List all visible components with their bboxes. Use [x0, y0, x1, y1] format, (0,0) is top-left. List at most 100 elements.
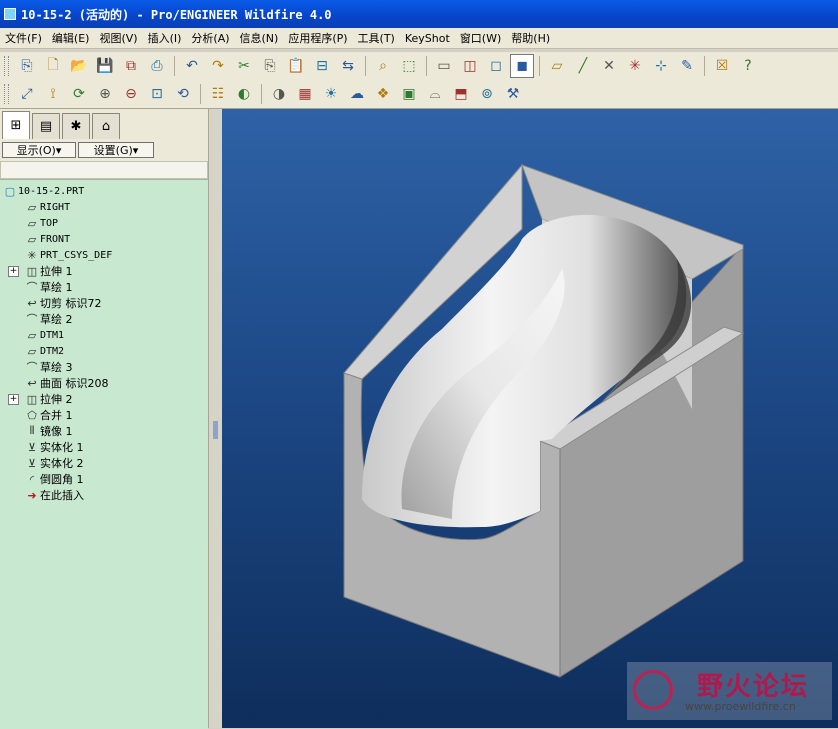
- sketch-tool-button[interactable]: ✎: [675, 54, 699, 78]
- appearance-button[interactable]: ◑: [267, 82, 291, 106]
- no-hidden-button[interactable]: ◻: [484, 54, 508, 78]
- paste-special-button[interactable]: ⊟: [310, 54, 334, 78]
- teapot-button[interactable]: ⌓: [423, 82, 447, 106]
- menu-item[interactable]: 文件(F): [0, 30, 47, 46]
- settings-dropdown[interactable]: 设置(G) ▾: [78, 142, 154, 158]
- menu-item[interactable]: 窗口(W): [455, 30, 506, 46]
- context-help-button[interactable]: ?: [736, 54, 760, 78]
- environment-button[interactable]: ☁: [345, 82, 369, 106]
- show-dropdown[interactable]: 显示(O) ▾: [2, 142, 76, 158]
- tree-item[interactable]: ↩ 切剪 标识72: [24, 295, 101, 311]
- box-render-button[interactable]: ⬒: [449, 82, 473, 106]
- solidify-icon: ⊻: [27, 440, 37, 454]
- new-session-button[interactable]: ⎘: [15, 54, 39, 78]
- menu-item[interactable]: 插入(I): [143, 30, 187, 46]
- menu-item[interactable]: KeyShot: [400, 32, 455, 45]
- panel-divider[interactable]: [208, 109, 223, 728]
- datum-plane-button[interactable]: ▱: [545, 54, 569, 78]
- datum-plane-icon: ▱: [27, 344, 37, 358]
- shaded-button[interactable]: ◼: [510, 54, 534, 78]
- menu-item[interactable]: 编辑(E): [47, 30, 95, 46]
- tree-item[interactable]: ⬠ 合并 1: [24, 407, 72, 423]
- menu-item[interactable]: 信息(N): [235, 30, 284, 46]
- copy-button[interactable]: ⎘: [258, 54, 282, 78]
- save-copy-button[interactable]: ⧉: [119, 54, 143, 78]
- app-icon: [4, 8, 16, 20]
- tree-item[interactable]: ⌒ 草绘 2: [24, 311, 73, 327]
- undo-button[interactable]: ↶: [180, 54, 204, 78]
- open-button[interactable]: 📂: [67, 54, 91, 78]
- model-display-icon: ◐: [237, 86, 251, 102]
- paste-button[interactable]: 📋: [284, 54, 308, 78]
- layers-button[interactable]: ☷: [206, 82, 230, 106]
- new-file-button[interactable]: 🗋: [41, 54, 65, 78]
- collapse-handle[interactable]: [213, 421, 218, 439]
- tree-item[interactable]: ⌒ 草绘 3: [24, 359, 73, 375]
- model-display-button[interactable]: ◐: [232, 82, 256, 106]
- navigator-tabs: ⊞ ▤ ✱ ⌂: [0, 109, 210, 139]
- print-button[interactable]: ⎙: [145, 54, 169, 78]
- redo-button[interactable]: ↷: [206, 54, 230, 78]
- expand-toggle-icon[interactable]: +: [8, 265, 19, 277]
- spin-center-button[interactable]: ⊹: [649, 54, 673, 78]
- toolbar-grip[interactable]: [4, 84, 9, 104]
- csys-button[interactable]: ✳: [623, 54, 647, 78]
- tree-item[interactable]: ⌒ 草绘 1: [24, 279, 73, 295]
- tree-item[interactable]: ▱ TOP: [24, 215, 58, 231]
- folder-tab[interactable]: ▤: [32, 113, 60, 139]
- context-help-icon: ?: [744, 58, 752, 74]
- light-button[interactable]: ☀: [319, 82, 343, 106]
- datum-point-button[interactable]: ✕: [597, 54, 621, 78]
- camera-button[interactable]: ⊚: [475, 82, 499, 106]
- model-tree-tab[interactable]: ⊞: [2, 111, 30, 139]
- zoom-in-button[interactable]: ⊕: [93, 82, 117, 106]
- photo-button[interactable]: ▣: [397, 82, 421, 106]
- zoom-fit-button[interactable]: ⊡: [145, 82, 169, 106]
- tree-item[interactable]: ✳ PRT_CSYS_DEF: [24, 247, 112, 263]
- wireframe-button[interactable]: ◫: [458, 54, 482, 78]
- regenerate-button[interactable]: ⇆: [336, 54, 360, 78]
- menu-item[interactable]: 视图(V): [94, 30, 142, 46]
- expand-toggle-icon[interactable]: +: [8, 393, 19, 405]
- tools-icon: ⚒: [506, 86, 520, 102]
- connections-tab[interactable]: ⌂: [92, 113, 120, 139]
- menu-item[interactable]: 帮助(H): [506, 30, 555, 46]
- zoom-out-button[interactable]: ⊖: [119, 82, 143, 106]
- saved-views-button[interactable]: ⟳: [67, 82, 91, 106]
- teapot-icon: ⌓: [429, 86, 441, 102]
- tree-item[interactable]: + ◫ 拉伸 2: [8, 391, 73, 407]
- tree-item[interactable]: ▱ FRONT: [24, 231, 70, 247]
- menu-item[interactable]: 工具(T): [353, 30, 400, 46]
- tree-item[interactable]: ➜ 在此插入: [24, 487, 84, 503]
- tree-item[interactable]: ▱ DTM1: [24, 327, 64, 343]
- orient-button[interactable]: ⟟: [41, 82, 65, 106]
- tree-item[interactable]: ◜ 倒圆角 1: [24, 471, 84, 487]
- save-copy-icon: ⧉: [126, 58, 136, 74]
- find-button[interactable]: ⌕: [371, 54, 395, 78]
- render-button[interactable]: ❖: [371, 82, 395, 106]
- save-button[interactable]: 💾: [93, 54, 117, 78]
- hidden-line-button[interactable]: ▭: [432, 54, 456, 78]
- tree-item[interactable]: ▱ DTM2: [24, 343, 64, 359]
- tree-item[interactable]: ⫴ 镜像 1: [24, 423, 73, 439]
- menu-item[interactable]: 应用程序(P): [283, 30, 352, 46]
- tree-item[interactable]: ⊻ 实体化 1: [24, 439, 84, 455]
- cut-button[interactable]: ✂: [232, 54, 256, 78]
- select-box-button[interactable]: ⬚: [397, 54, 421, 78]
- refit-button[interactable]: ⤢: [15, 82, 39, 106]
- datum-axis-button[interactable]: ╱: [571, 54, 595, 78]
- graphics-window[interactable]: 野火论坛 www.proewildfire.cn: [222, 109, 838, 728]
- favorites-tab[interactable]: ✱: [62, 113, 90, 139]
- tree-item[interactable]: ⊻ 实体化 2: [24, 455, 84, 471]
- toolbar-grip[interactable]: [4, 56, 9, 76]
- tree-root[interactable]: ▢ 10-15-2.PRT: [2, 183, 84, 199]
- scene-button[interactable]: ▦: [293, 82, 317, 106]
- repaint-button[interactable]: ⟲: [171, 82, 195, 106]
- paste-special-icon: ⊟: [316, 58, 328, 74]
- menu-item[interactable]: 分析(A): [186, 30, 234, 46]
- tree-item[interactable]: ▱ RIGHT: [24, 199, 70, 215]
- close-window-button[interactable]: ☒: [710, 54, 734, 78]
- tree-item[interactable]: + ◫ 拉伸 1: [8, 263, 73, 279]
- tools-button[interactable]: ⚒: [501, 82, 525, 106]
- tree-item[interactable]: ↩ 曲面 标识208: [24, 375, 108, 391]
